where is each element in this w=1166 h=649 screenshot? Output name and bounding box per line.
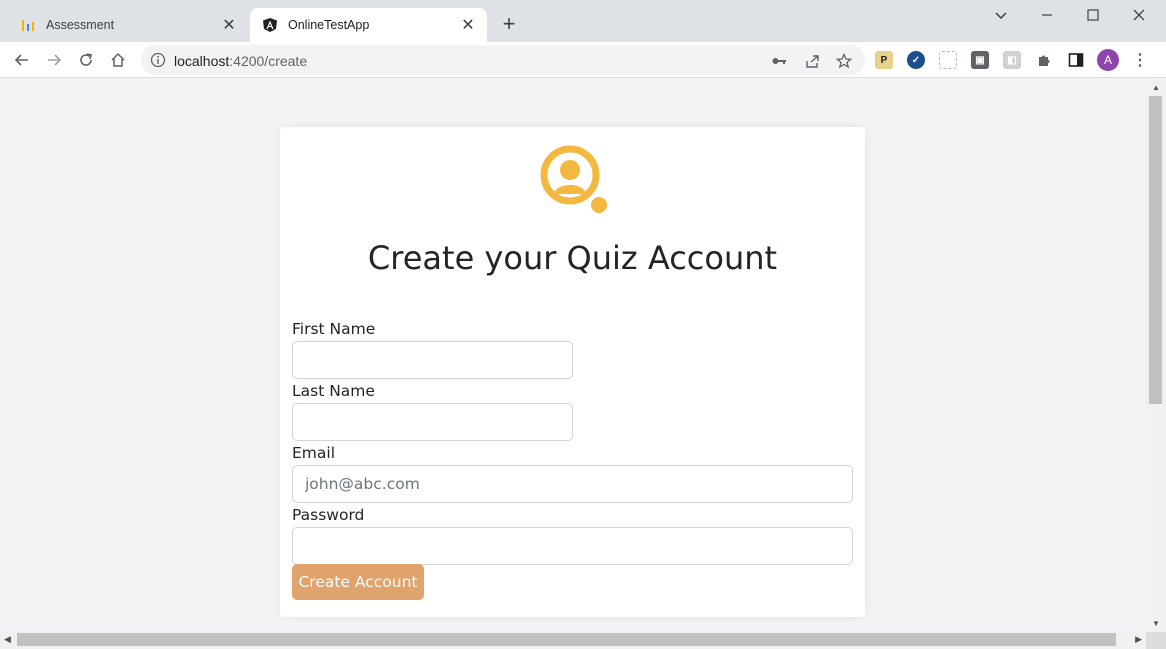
scroll-left-arrow-icon[interactable]: ◀	[4, 634, 11, 645]
menu-kebab-icon[interactable]: ⋮	[1131, 51, 1149, 69]
site-info-icon[interactable]	[150, 52, 166, 68]
minimize-icon[interactable]	[1036, 4, 1058, 26]
vertical-scroll-thumb[interactable]	[1149, 96, 1162, 404]
close-tab-icon[interactable]: ✕	[459, 16, 477, 34]
email-label: Email	[292, 444, 336, 462]
back-arrow-icon[interactable]	[11, 49, 33, 71]
address-bar[interactable]: localhost:4200/create	[141, 45, 865, 75]
browser-toolbar: localhost:4200/create P ✓ ▣ ◧ A ⋮	[0, 42, 1166, 78]
tab-title: OnlineTestApp	[288, 18, 370, 32]
password-input[interactable]	[292, 527, 853, 565]
bar-chart-favicon-icon	[20, 17, 36, 33]
tab-search-chevron-icon[interactable]	[990, 4, 1012, 26]
bookmark-star-icon[interactable]	[835, 52, 853, 70]
extension-bookmark-icon[interactable]: ◧	[1003, 51, 1021, 69]
signup-card: Create your Quiz Account First Name Last…	[280, 127, 865, 617]
extensions-puzzle-icon[interactable]	[1035, 51, 1053, 69]
first-name-label: First Name	[292, 320, 376, 338]
page-viewport: Create your Quiz Account First Name Last…	[0, 79, 1146, 632]
extension-grid-icon[interactable]	[939, 51, 957, 69]
extension-window-icon[interactable]: ▣	[971, 51, 989, 69]
last-name-label: Last Name	[292, 382, 375, 400]
scrollbar-corner	[1146, 632, 1166, 649]
reload-icon[interactable]	[75, 49, 97, 71]
tab-title: Assessment	[46, 18, 115, 32]
tab-onlinetestapp[interactable]: OnlineTestApp ✕	[250, 8, 487, 42]
vertical-scrollbar[interactable]: ▲ ▼	[1146, 79, 1166, 632]
create-account-button[interactable]: Create Account	[292, 564, 424, 600]
profile-avatar[interactable]: A	[1097, 49, 1119, 71]
first-name-input[interactable]	[292, 341, 573, 379]
close-window-icon[interactable]	[1128, 4, 1150, 26]
maximize-icon[interactable]	[1082, 4, 1104, 26]
extension-check-icon[interactable]: ✓	[907, 51, 925, 69]
angular-favicon-icon	[262, 17, 278, 33]
horizontal-scroll-thumb[interactable]	[17, 633, 1116, 646]
close-tab-icon[interactable]: ✕	[220, 16, 238, 34]
page-title: Create your Quiz Account	[367, 239, 778, 277]
forward-arrow-icon[interactable]	[43, 49, 65, 71]
scroll-down-arrow-icon[interactable]: ▼	[1152, 619, 1160, 628]
quiz-user-logo-icon	[540, 145, 608, 214]
url-path: :4200/create	[229, 53, 308, 69]
url-text: localhost:4200/create	[174, 53, 307, 69]
tab-strip: Assessment ✕ OnlineTestApp ✕ +	[0, 0, 1166, 42]
scroll-right-arrow-icon[interactable]: ▶	[1135, 634, 1142, 645]
email-input[interactable]	[292, 465, 853, 503]
share-icon[interactable]	[803, 52, 821, 70]
last-name-input[interactable]	[292, 403, 573, 441]
scroll-up-arrow-icon[interactable]: ▲	[1152, 83, 1160, 92]
tab-assessment[interactable]: Assessment ✕	[8, 8, 248, 42]
url-host: localhost	[174, 53, 230, 69]
side-panel-icon[interactable]	[1067, 51, 1085, 69]
new-tab-icon[interactable]: +	[498, 13, 520, 36]
horizontal-scrollbar[interactable]: ◀ ▶	[0, 632, 1146, 649]
password-label: Password	[292, 506, 365, 524]
key-icon[interactable]	[770, 52, 788, 70]
home-icon[interactable]	[107, 49, 129, 71]
extension-p-icon[interactable]: P	[875, 51, 893, 69]
